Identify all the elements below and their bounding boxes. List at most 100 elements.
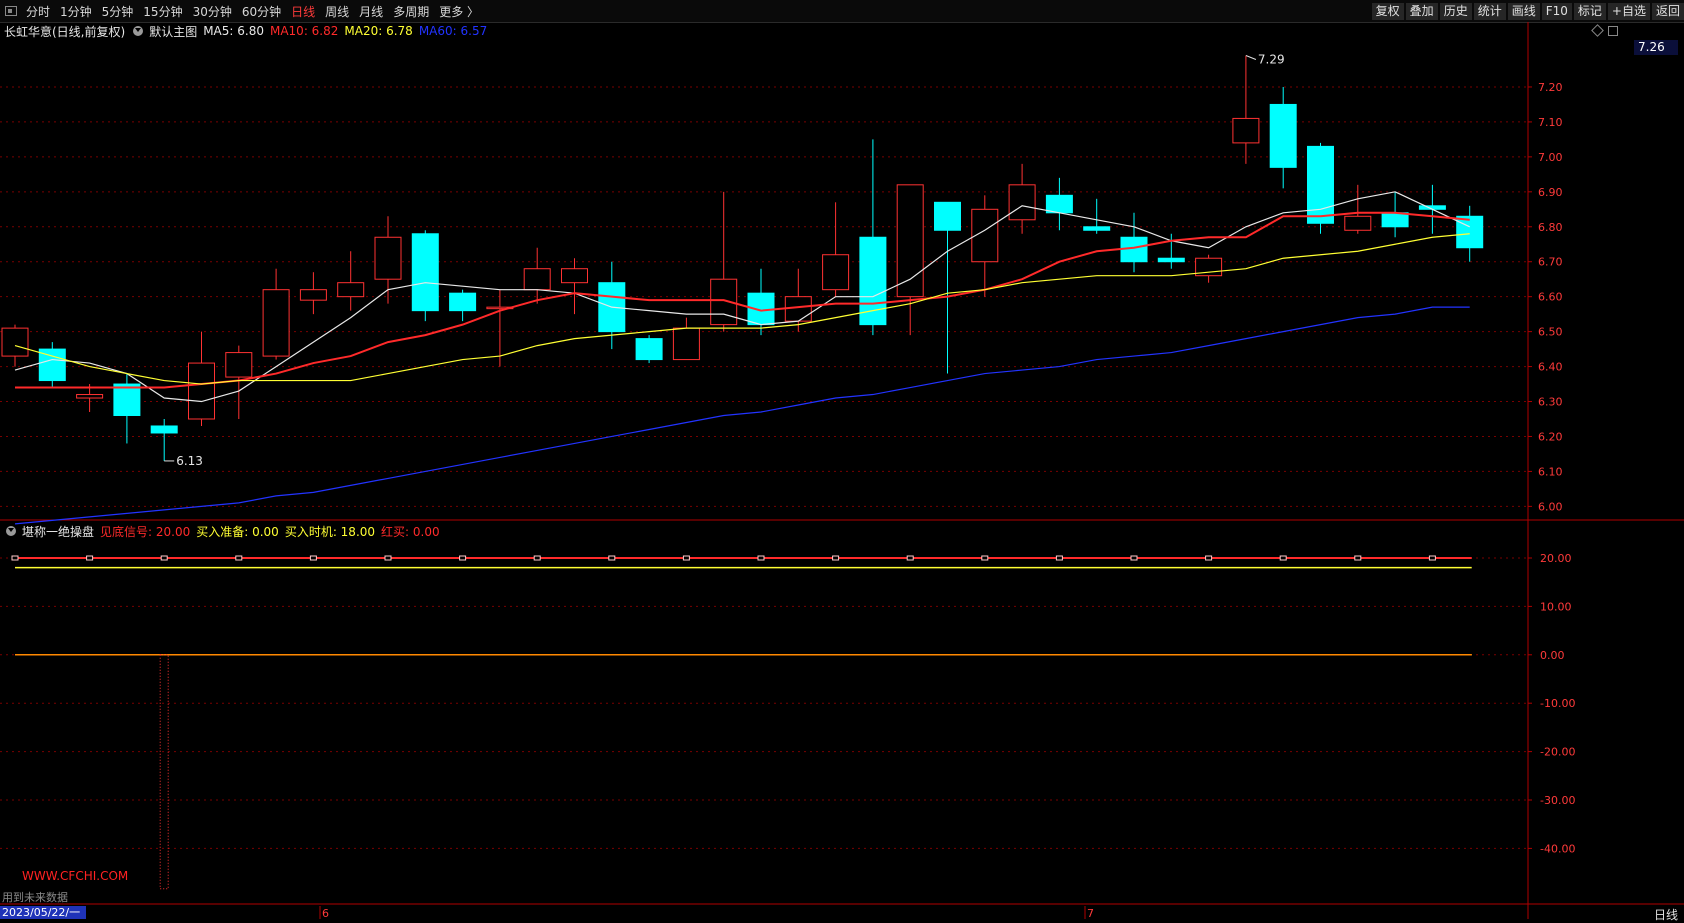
period-tab-7[interactable]: 周线 <box>320 3 354 20</box>
ma-value-0: MA5: 6.80 <box>203 24 264 38</box>
toolbar-actions: 复权 叠加 历史 统计 画线 F10 标记 +自选 返回 <box>1370 0 1684 22</box>
signal-marker <box>832 555 840 561</box>
period-tab-9[interactable]: 多周期 <box>388 3 434 20</box>
signal-value-1: 买入准备: 0.00 <box>196 524 279 539</box>
top-toolbar: 分时 1分钟 5分钟 15分钟 30分钟 60分钟 日线 周线 月线 多周期 更多 〉 复权 叠加 历史… <box>0 0 1684 23</box>
red-buy-bar <box>159 654 169 890</box>
main-tick-label: 6.10 <box>1538 465 1563 478</box>
toolbar-button-1[interactable]: 叠加 <box>1405 2 1438 20</box>
main-tick-label: 6.90 <box>1538 186 1563 199</box>
candle-body <box>262 289 290 357</box>
candle-body <box>1045 194 1073 214</box>
candle-body <box>449 292 477 312</box>
ma60-line <box>14 306 1470 525</box>
signal-marker <box>1130 555 1138 561</box>
future-data-note: 用到未来数据 <box>2 891 68 904</box>
period-tab-0[interactable]: 分时 <box>21 3 55 20</box>
period-tab-4[interactable]: 30分钟 <box>188 3 237 20</box>
ma-value-3: MA60: 6.57 <box>418 24 488 38</box>
main-tick-label: 7.10 <box>1538 116 1563 129</box>
candle-body <box>1008 184 1036 221</box>
toolbar-button-7[interactable]: +自选 <box>1607 2 1650 20</box>
signal-marker <box>1354 555 1362 561</box>
toolbar-button-6[interactable]: 标记 <box>1573 2 1606 20</box>
toolbar-button-8[interactable]: 返回 <box>1651 2 1684 20</box>
diamond-icon[interactable] <box>1591 24 1604 37</box>
square-icon[interactable] <box>1608 26 1618 36</box>
main-tick-label: 6.00 <box>1538 500 1563 513</box>
signal-marker <box>1428 555 1436 561</box>
template-name[interactable]: 默认主图 <box>149 23 197 40</box>
candle-body <box>1307 145 1334 224</box>
candle-body <box>934 201 961 231</box>
kline-chart[interactable]: 7.20 7.10 7.00 6.90 6.80 6.70 6.60 6.50 6.40 6.30… <box>0 22 1684 919</box>
period-tab-8[interactable]: 月线 <box>354 3 388 20</box>
signal-value-2: 买入时机: 18.00 <box>284 524 376 539</box>
panel-controls <box>1591 24 1618 37</box>
signal-marker <box>86 555 94 561</box>
signal-marker <box>682 555 690 561</box>
main-tick-label: 6.20 <box>1538 430 1563 443</box>
signal-marker <box>309 555 317 561</box>
period-tab-1[interactable]: 1分钟 <box>55 3 97 20</box>
toolbar-button-4[interactable]: 画线 <box>1507 2 1540 20</box>
signal-marker <box>1055 555 1063 561</box>
toolbar-button-0[interactable]: 复权 <box>1371 2 1404 20</box>
candle-body <box>76 394 104 399</box>
main-tick-label: 6.80 <box>1538 221 1563 234</box>
dropdown-icon[interactable] <box>133 26 144 36</box>
candle-body <box>188 362 215 420</box>
signal-marker <box>459 555 467 561</box>
candle-body <box>1232 117 1260 144</box>
candle-body <box>299 289 327 301</box>
sub-tick-label: -30.00 <box>1540 794 1575 807</box>
signal-marker <box>1205 555 1213 561</box>
signal-marker <box>384 555 392 561</box>
period-tab-3[interactable]: 15分钟 <box>138 3 187 20</box>
signal-marker <box>235 555 243 561</box>
signal-marker <box>11 555 19 561</box>
period-label: 日线 <box>1653 908 1678 922</box>
signal-marker <box>160 555 168 561</box>
candle-body <box>896 184 924 298</box>
high-pointer <box>1245 55 1257 60</box>
signal-marker <box>608 555 616 561</box>
candle-body <box>635 338 663 361</box>
main-tick-label: 6.70 <box>1538 256 1563 269</box>
candle-body <box>1157 257 1185 263</box>
sub-indicators: 见底信号: 20.00 买入准备: 0.00 买入时机: 18.00 红买: 0.00 <box>100 523 446 540</box>
signal-value-3: 红买: 0.00 <box>381 524 440 539</box>
sub-panel-header: 堪称一绝操盘 见底信号: 20.00 买入准备: 0.00 买入时机: 18.00 红… <box>4 523 452 539</box>
candle-body <box>1083 226 1111 231</box>
main-tick-label: 6.60 <box>1538 291 1563 304</box>
signal-marker <box>981 555 989 561</box>
current-price-box: 7.26 <box>1634 40 1678 55</box>
dropdown-icon[interactable] <box>6 526 16 536</box>
sub-panel-title[interactable]: 堪称一绝操盘 <box>22 523 94 540</box>
ma-value-1: MA10: 6.82 <box>269 24 339 38</box>
toolbar-button-5[interactable]: F10 <box>1541 2 1572 20</box>
period-tab-2[interactable]: 5分钟 <box>97 3 139 20</box>
period-tab-5[interactable]: 60分钟 <box>237 3 286 20</box>
sub-tick-label: -40.00 <box>1540 842 1575 855</box>
candle-body <box>859 236 887 326</box>
signal-marker <box>906 555 914 561</box>
period-tab-6[interactable]: 日线 <box>286 3 320 20</box>
candle-body <box>374 236 402 280</box>
candle-body <box>1 327 29 357</box>
candle-body <box>113 383 141 417</box>
candle-body <box>672 327 700 361</box>
signal-marker <box>1279 555 1287 561</box>
sub-tick-label: -20.00 <box>1540 746 1575 759</box>
main-tick-label: 7.00 <box>1538 151 1563 164</box>
signal-marker <box>757 555 765 561</box>
candle-body <box>337 282 365 298</box>
sub-tick-label: 0.00 <box>1540 649 1565 662</box>
toolbar-button-3[interactable]: 统计 <box>1473 2 1506 20</box>
sub-tick-label: 20.00 <box>1540 552 1572 565</box>
period-tab-10[interactable]: 更多 〉 <box>434 3 484 20</box>
main-tick-label: 6.50 <box>1538 326 1563 339</box>
ma-indicators: MA5: 6.80 MA10: 6.82 MA20: 6.78 MA60: 6.57 <box>203 24 493 38</box>
menu-icon[interactable] <box>5 6 17 16</box>
toolbar-button-2[interactable]: 历史 <box>1439 2 1472 20</box>
